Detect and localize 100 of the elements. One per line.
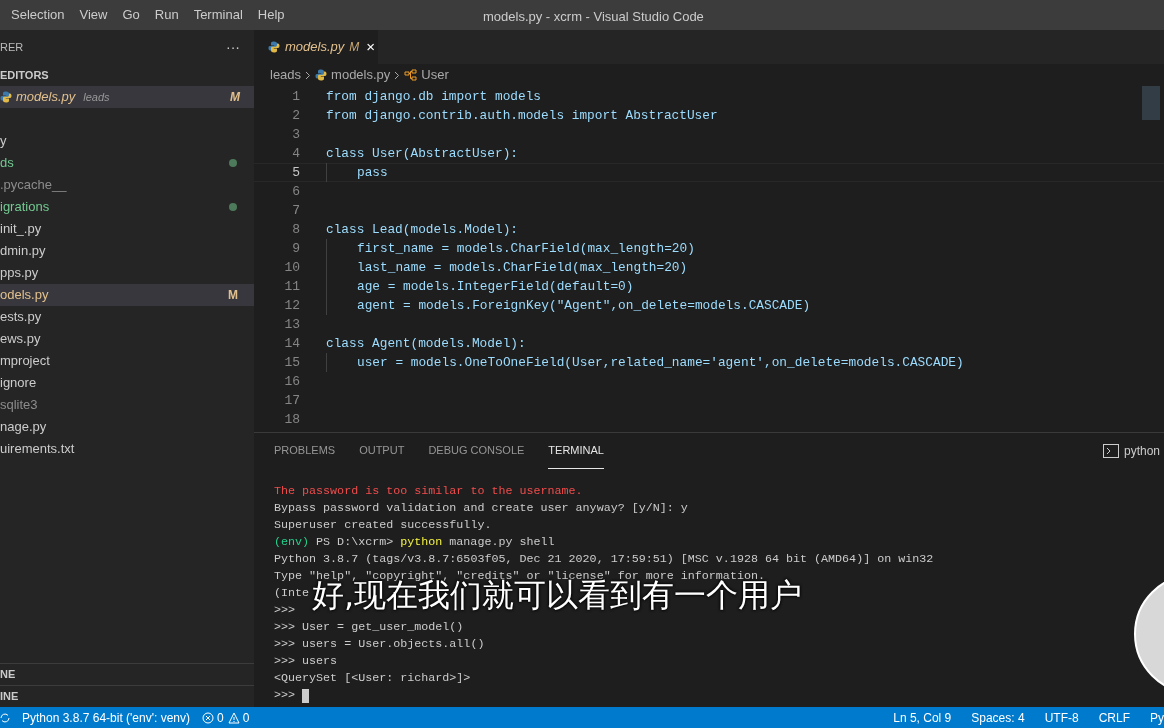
file-item[interactable]: init_.py xyxy=(0,218,254,240)
file-item[interactable]: ews.py xyxy=(0,328,254,350)
line-number: 12 xyxy=(283,296,300,315)
file-item[interactable]: igrations xyxy=(0,196,254,218)
code-line: age = models.IntegerField(default=0) xyxy=(357,277,634,296)
python-file-icon xyxy=(268,41,280,53)
explorer-header: RER xyxy=(0,39,24,55)
panel-tab[interactable]: OUTPUT xyxy=(359,433,405,469)
close-icon[interactable]: × xyxy=(366,35,375,59)
code-line: from django.contrib.auth.models import AbstractUser xyxy=(326,106,718,125)
warning-icon xyxy=(227,711,240,724)
line-number: 10 xyxy=(283,258,300,277)
sync-icon[interactable] xyxy=(0,711,10,724)
terminal-line: >>> User = get_user_model() xyxy=(274,619,464,636)
error-count[interactable]: 0 xyxy=(217,708,224,727)
chevron-icon xyxy=(305,70,312,80)
menu-item[interactable]: Selection xyxy=(6,5,70,25)
terminal-selector[interactable]: python xyxy=(1123,442,1160,460)
file-item[interactable]: .pycache__ xyxy=(0,174,254,196)
line-number: 8 xyxy=(291,220,300,239)
status-item[interactable]: Py xyxy=(1150,708,1164,727)
line-number: 11 xyxy=(283,277,300,296)
menu-item[interactable]: Run xyxy=(149,5,184,25)
file-item[interactable]: dmin.py xyxy=(0,240,254,262)
class-symbol-icon xyxy=(404,69,418,81)
panel-tab[interactable]: TERMINAL xyxy=(548,433,604,469)
line-number: 4 xyxy=(291,144,300,163)
terminal-cursor xyxy=(302,688,310,703)
error-icon xyxy=(202,711,214,724)
terminal-line: Bypass password validation and create user anyway? [y/N]: y xyxy=(274,500,688,517)
breadcrumb-item[interactable]: User xyxy=(421,65,449,85)
panel-tab[interactable]: PROBLEMS xyxy=(274,433,336,469)
section-header[interactable]: EDITORS xyxy=(0,66,49,84)
line-number: 16 xyxy=(283,372,300,391)
line-number: 13 xyxy=(283,315,300,334)
warning-count[interactable]: 0 xyxy=(242,708,250,727)
line-number: 15 xyxy=(283,353,300,372)
code-line: from django.db import models xyxy=(326,87,542,106)
file-item[interactable]: uirements.txt xyxy=(0,438,254,460)
file-item[interactable]: odels.py M xyxy=(0,284,254,306)
panel-tab[interactable]: DEBUG CONSOLE xyxy=(428,433,525,469)
status-item[interactable]: UTF-8 xyxy=(1044,708,1079,727)
terminal-icon xyxy=(1102,444,1119,458)
status-item[interactable]: CRLF xyxy=(1098,708,1130,727)
line-number: 5 xyxy=(291,163,300,182)
line-number: 14 xyxy=(283,334,300,353)
file-item[interactable]: pps.py xyxy=(0,262,254,284)
code-line: agent = models.ForeignKey("Agent",on_delete=models.CASCADE) xyxy=(357,296,811,315)
editor-tab[interactable]: models.py M × xyxy=(254,30,378,64)
code-line: class User(AbstractUser): xyxy=(326,144,518,163)
terminal-line: (Inte xyxy=(274,585,310,602)
terminal-line: Python 3.8.7 (tags/v3.8.7:6503f05, Dec 21 2020, 17:59:51) [MSC v.1928 64 bit (AMD64)] on win32 xyxy=(274,551,934,568)
code-line: pass xyxy=(357,163,388,182)
code-line: class Lead(models.Model): xyxy=(326,220,518,239)
breadcrumb-item[interactable]: models.py xyxy=(331,65,391,85)
code-line: last_name = models.CharField(max_length=20) xyxy=(357,258,688,277)
terminal-line: >>> users xyxy=(274,653,338,670)
file-item[interactable]: ests.py xyxy=(0,306,254,328)
menu-item[interactable]: Terminal xyxy=(188,5,248,25)
chevron-icon xyxy=(394,70,401,80)
line-number: 1 xyxy=(291,87,300,106)
line-number: 7 xyxy=(291,201,300,220)
menu-item[interactable]: Help xyxy=(252,5,290,25)
terminal-line: >>> xyxy=(274,687,296,704)
status-item[interactable]: Ln 5, Col 9 xyxy=(893,708,952,727)
file-item[interactable]: ds xyxy=(0,152,254,174)
file-item[interactable]: ignore xyxy=(0,372,254,394)
file-item[interactable]: nage.py xyxy=(0,416,254,438)
breadcrumb-item[interactable]: leads xyxy=(270,65,302,85)
window-title: models.py - xcrm - Visual Studio Code xyxy=(483,8,704,26)
menu-item[interactable]: Go xyxy=(117,5,145,25)
error-message: The password is too similar to the username. xyxy=(274,483,583,500)
code-line: user = models.OneToOneField(User,related_name='agent',on_delete=models.CASCADE) xyxy=(357,353,964,372)
terminal-line: Superuser created successfully. xyxy=(274,517,492,534)
terminal-line: >>> users = User.objects.all() xyxy=(274,636,485,653)
line-number: 2 xyxy=(291,106,300,125)
python-interpreter[interactable]: Python 3.8.7 64-bit ('env': venv) xyxy=(22,708,190,727)
file-item[interactable]: sqlite3 xyxy=(0,394,254,416)
terminal-prompt: PS D:\xcrm> xyxy=(316,534,394,551)
command-arguments: manage.py shell xyxy=(449,534,555,551)
python-file-icon xyxy=(0,91,12,103)
file-item[interactable]: y xyxy=(0,130,254,152)
line-number: 17 xyxy=(283,391,300,410)
line-number: 9 xyxy=(291,239,300,258)
code-line: first_name = models.CharField(max_length=20) xyxy=(357,239,695,258)
menu-item[interactable]: View xyxy=(74,5,113,25)
environment-name: (env) xyxy=(274,534,310,551)
status-item[interactable]: Spaces: 4 xyxy=(971,708,1025,727)
terminal-line: >>> xyxy=(274,602,296,619)
code-line: class Agent(models.Model): xyxy=(326,334,526,353)
open-editor-item[interactable]: models.py leads M xyxy=(0,86,254,108)
terminal-line: <QuerySet [<User: richard>]> xyxy=(274,670,471,687)
python-file-icon xyxy=(315,69,328,81)
section-header[interactable]: NE xyxy=(0,663,254,685)
command-name: python xyxy=(400,534,443,551)
line-number: 6 xyxy=(291,182,300,201)
line-number: 18 xyxy=(283,410,300,429)
more-actions-button[interactable]: ··· xyxy=(226,36,240,58)
line-number: 3 xyxy=(291,125,300,144)
file-item[interactable]: mproject xyxy=(0,350,254,372)
